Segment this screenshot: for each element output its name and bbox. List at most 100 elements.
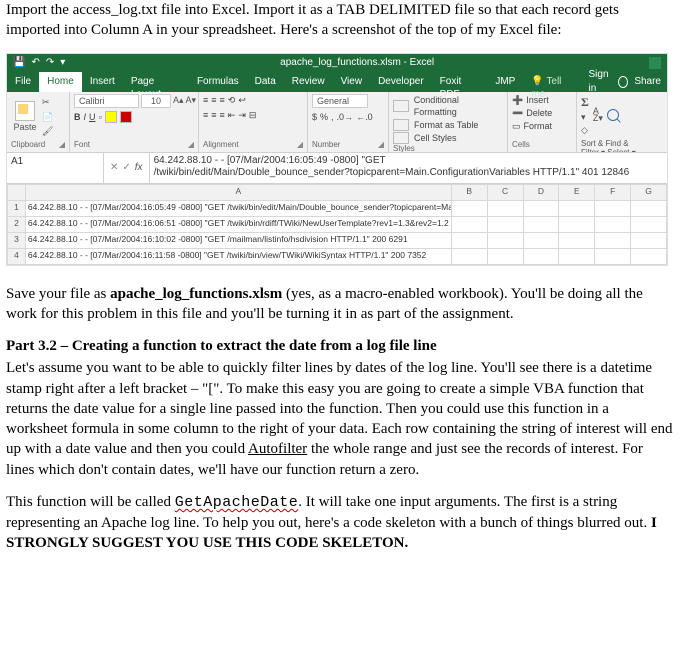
col-header-c[interactable]: C <box>487 184 523 200</box>
tab-file[interactable]: File <box>7 72 39 92</box>
row-header[interactable]: 3 <box>8 232 26 248</box>
cell[interactable] <box>451 200 487 216</box>
tab-jmp[interactable]: JMP <box>487 72 523 92</box>
cell[interactable] <box>487 216 523 232</box>
row-header[interactable]: 1 <box>8 200 26 216</box>
font-color-button[interactable] <box>120 111 132 123</box>
comma-format-icon[interactable]: , <box>331 111 334 123</box>
format-as-table-button[interactable]: Format as Table <box>414 119 478 131</box>
cell[interactable]: 64.242.88.10 - - [07/Mar/2004:16:11:58 -… <box>25 248 451 264</box>
table-row[interactable]: 364.242.88.10 - - [07/Mar/2004:16:10:02 … <box>8 232 667 248</box>
cell[interactable] <box>559 200 595 216</box>
cell[interactable]: 64.242.88.10 - - [07/Mar/2004:16:05:49 -… <box>25 200 451 216</box>
bold-button[interactable]: B <box>74 111 81 123</box>
decrease-decimal-icon[interactable]: ←.0 <box>356 111 373 123</box>
clear-icon[interactable]: ◇ <box>581 124 589 136</box>
cell[interactable] <box>631 248 667 264</box>
table-row[interactable]: 464.242.88.10 - - [07/Mar/2004:16:11:58 … <box>8 248 667 264</box>
tab-formulas[interactable]: Formulas <box>189 72 247 92</box>
col-header-e[interactable]: E <box>559 184 595 200</box>
find-select-icon[interactable] <box>607 109 619 121</box>
fx-icon[interactable]: fx <box>135 161 143 175</box>
percent-format-icon[interactable]: % <box>320 111 328 123</box>
cell[interactable] <box>595 232 631 248</box>
dialog-launcher-icon[interactable]: ◢ <box>59 140 65 151</box>
col-header-d[interactable]: D <box>523 184 559 200</box>
cell[interactable] <box>631 216 667 232</box>
cell[interactable] <box>595 200 631 216</box>
cell[interactable] <box>631 232 667 248</box>
autosum-icon[interactable]: Σ <box>581 94 589 110</box>
cell[interactable] <box>631 200 667 216</box>
tab-review[interactable]: Review <box>284 72 333 92</box>
border-button[interactable]: ▫ <box>99 111 102 123</box>
indent-inc-icon[interactable]: ⇥ <box>238 109 246 121</box>
name-box[interactable]: A1 <box>7 153 104 183</box>
ribbon-options-icon[interactable] <box>649 57 661 69</box>
tell-me-box[interactable]: 💡 Tell me... <box>523 72 588 92</box>
insert-cells-button[interactable]: Insert <box>526 94 549 106</box>
worksheet-grid[interactable]: A B C D E F G 164.242.88.10 - - [07/Mar/… <box>7 184 667 265</box>
tab-home[interactable]: Home <box>39 72 82 92</box>
cell[interactable] <box>595 248 631 264</box>
tab-page-layout[interactable]: Page Layout <box>123 72 189 92</box>
undo-icon[interactable]: ↶ <box>31 56 39 70</box>
formula-bar-content[interactable]: 64.242.88.10 - - [07/Mar/2004:16:05:49 -… <box>150 153 667 183</box>
cell[interactable] <box>451 248 487 264</box>
cell[interactable] <box>523 232 559 248</box>
copy-icon[interactable]: 📄 <box>42 111 53 123</box>
tab-data[interactable]: Data <box>247 72 284 92</box>
wrap-text-icon[interactable]: ↩ <box>238 94 246 106</box>
delete-cells-button[interactable]: Delete <box>526 107 552 119</box>
cell[interactable] <box>523 216 559 232</box>
tab-developer[interactable]: Developer <box>370 72 432 92</box>
format-painter-icon[interactable]: 🖌 <box>42 125 53 137</box>
tab-view[interactable]: View <box>333 72 371 92</box>
enter-icon[interactable]: ✓ <box>122 161 130 175</box>
redo-icon[interactable]: ↷ <box>46 56 54 70</box>
conditional-formatting-button[interactable]: Conditional Formatting <box>414 94 503 118</box>
cell[interactable] <box>595 216 631 232</box>
font-size-select[interactable]: 10 <box>141 94 171 108</box>
select-all-corner[interactable] <box>8 184 26 200</box>
sort-filter-icon[interactable]: AZ▾ <box>593 108 603 122</box>
cell[interactable]: 64.242.88.10 - - [07/Mar/2004:16:06:51 -… <box>25 216 451 232</box>
align-bottom-icon[interactable]: ≡ <box>220 94 225 106</box>
cell[interactable]: 64.242.88.10 - - [07/Mar/2004:16:10:02 -… <box>25 232 451 248</box>
paste-button[interactable]: Paste <box>11 101 39 133</box>
dialog-launcher-icon[interactable]: ◢ <box>188 140 194 151</box>
dialog-launcher-icon[interactable]: ◢ <box>378 140 384 151</box>
grow-font-icon[interactable]: A▴ <box>173 94 184 108</box>
row-header[interactable]: 4 <box>8 248 26 264</box>
format-cells-button[interactable]: Format <box>524 120 553 132</box>
cell[interactable] <box>451 216 487 232</box>
orientation-icon[interactable]: ⟲ <box>228 94 236 106</box>
tab-foxit-pdf[interactable]: Foxit PDF <box>432 72 488 92</box>
accounting-format-icon[interactable]: $ <box>312 111 317 123</box>
cell[interactable] <box>559 232 595 248</box>
align-left-icon[interactable]: ≡ <box>203 109 208 121</box>
cell[interactable] <box>487 248 523 264</box>
increase-decimal-icon[interactable]: .0→ <box>337 111 354 123</box>
cell[interactable] <box>487 200 523 216</box>
shrink-font-icon[interactable]: A▾ <box>186 94 197 108</box>
cell[interactable] <box>487 232 523 248</box>
underline-button[interactable]: U <box>89 111 96 123</box>
cell[interactable] <box>559 248 595 264</box>
cell[interactable] <box>523 200 559 216</box>
indent-dec-icon[interactable]: ⇤ <box>228 109 236 121</box>
table-row[interactable]: 264.242.88.10 - - [07/Mar/2004:16:06:51 … <box>8 216 667 232</box>
fill-icon[interactable]: ▾ <box>581 111 589 123</box>
cancel-icon[interactable]: ✕ <box>110 161 118 175</box>
align-center-icon[interactable]: ≡ <box>211 109 216 121</box>
cell[interactable] <box>451 232 487 248</box>
col-header-b[interactable]: B <box>451 184 487 200</box>
fill-color-button[interactable] <box>105 111 117 123</box>
column-headers[interactable]: A B C D E F G <box>8 184 667 200</box>
share-button[interactable]: Share <box>634 75 661 89</box>
align-right-icon[interactable]: ≡ <box>220 109 225 121</box>
align-top-icon[interactable]: ≡ <box>203 94 208 106</box>
number-format-select[interactable]: General <box>312 94 368 108</box>
dialog-launcher-icon[interactable]: ◢ <box>297 140 303 151</box>
col-header-a[interactable]: A <box>25 184 451 200</box>
